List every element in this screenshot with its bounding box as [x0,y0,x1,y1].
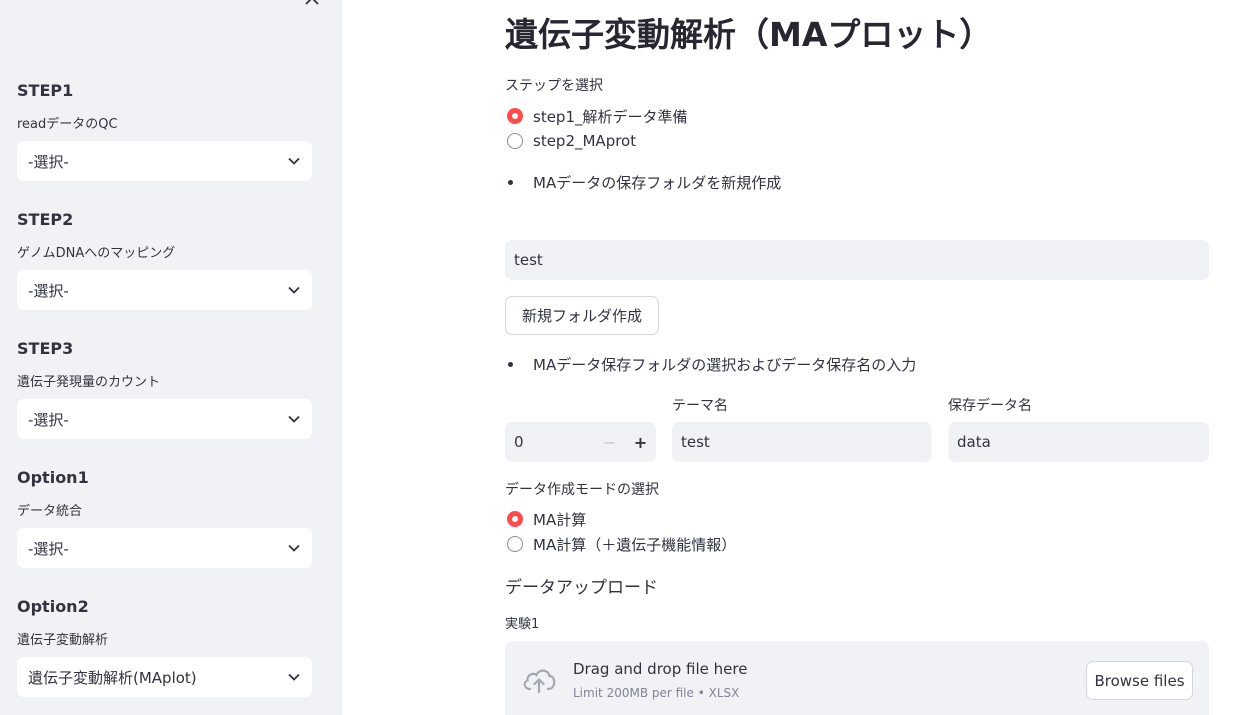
input-value: data [957,433,991,451]
sidebar-select-label: データ統合 [17,504,83,519]
save-name-label: 保存データ名 [948,398,1032,414]
browse-files-button[interactable]: Browse files [1086,661,1193,700]
radio-option-label: step1_解析データ準備 [533,107,688,126]
folder-name-input[interactable]: test [505,240,1209,280]
radio-selected-icon [507,108,523,124]
dropzone-limit-text: Limit 200MB per file • XLSX [573,686,740,700]
radio-selected-icon [507,511,523,527]
mode-radio-option-2[interactable]: MA計算（＋遺伝子機能情報） [505,534,736,554]
bullet-item: MAデータ保存フォルダの選択およびデータ保存名の入力 [505,354,916,375]
sidebar-select-label: ゲノムDNAへのマッピング [17,246,176,261]
bullet-text: MAデータの保存フォルダを新規作成 [533,174,782,192]
sidebar: STEP1 readデータのQC -選択- STEP2 ゲノムDNAへのマッピン… [0,0,342,715]
bullet-text: MAデータ保存フォルダの選択およびデータ保存名の入力 [533,356,917,374]
radio-option-label: MA計算 [533,510,587,529]
chevron-down-icon [288,544,300,552]
save-name-input[interactable]: data [948,422,1209,462]
radio-unselected-icon [507,133,523,149]
mode-radio-label: データ作成モードの選択 [505,482,659,498]
sidebar-heading: Option2 [17,597,89,616]
button-label: Browse files [1094,671,1185,690]
radio-option-label: MA計算（＋遺伝子機能情報） [533,535,737,554]
folder-number-input[interactable]: 0 − + [505,422,656,462]
file-dropzone[interactable]: Drag and drop file here Limit 200MB per … [505,641,1209,715]
select-value: 遺伝子変動解析(MAplot) [28,668,197,687]
option2-select[interactable]: 遺伝子変動解析(MAplot) [17,657,312,697]
cloud-upload-icon [523,669,556,693]
sidebar-heading: Option1 [17,468,89,487]
sidebar-section-option2: Option2 遺伝子変動解析 遺伝子変動解析(MAplot) [17,596,312,697]
step-radio-option-2[interactable]: step2_MAprot [505,131,636,151]
step-radio-option-1[interactable]: step1_解析データ準備 [505,106,688,126]
new-folder-button[interactable]: 新規フォルダ作成 [505,296,659,335]
sidebar-heading: STEP2 [17,210,74,229]
theme-name-input[interactable]: test [672,422,932,462]
sidebar-heading: STEP3 [17,339,74,358]
chevron-down-icon [288,157,300,165]
sidebar-section-step3: STEP3 遺伝子発現量のカウント -選択- [17,338,312,439]
bullet-icon [508,180,513,185]
radio-option-label: step2_MAprot [533,132,637,150]
option1-select[interactable]: -選択- [17,528,312,568]
step-radio-label: ステップを選択 [505,78,603,94]
step2-select[interactable]: -選択- [17,270,312,310]
increment-button[interactable]: + [625,422,656,462]
bullet-icon [508,362,513,367]
select-value: -選択- [28,281,69,300]
sidebar-select-label: 遺伝子発現量のカウント [17,375,161,390]
experiment-label: 実験1 [505,617,540,632]
chevron-down-icon [288,673,300,681]
chevron-down-icon [288,286,300,294]
sidebar-heading: STEP1 [17,81,74,100]
close-icon[interactable] [303,0,321,8]
theme-name-label: テーマ名 [672,398,728,414]
mode-radio-option-1[interactable]: MA計算 [505,509,586,529]
sidebar-section-option1: Option1 データ統合 -選択- [17,467,312,568]
sidebar-select-label: readデータのQC [17,117,118,132]
select-value: -選択- [28,410,69,429]
chevron-down-icon [288,415,300,423]
input-value: test [681,433,710,451]
input-value: test [514,251,543,269]
upload-heading: データアップロード [505,578,658,598]
decrement-button[interactable]: − [594,422,625,462]
page-title: 遺伝子変動解析（MAプロット） [505,15,993,54]
sidebar-section-step1: STEP1 readデータのQC -選択- [17,80,312,181]
select-value: -選択- [28,152,69,171]
sidebar-section-step2: STEP2 ゲノムDNAへのマッピング -選択- [17,209,312,310]
button-label: 新規フォルダ作成 [521,307,642,325]
sidebar-select-label: 遺伝子変動解析 [17,633,109,648]
radio-unselected-icon [507,536,523,552]
select-value: -選択- [28,539,69,558]
step1-select[interactable]: -選択- [17,141,312,181]
number-value: 0 [514,433,524,451]
step3-select[interactable]: -選択- [17,399,312,439]
bullet-item: MAデータの保存フォルダを新規作成 [505,172,781,193]
dropzone-title: Drag and drop file here [573,660,748,678]
